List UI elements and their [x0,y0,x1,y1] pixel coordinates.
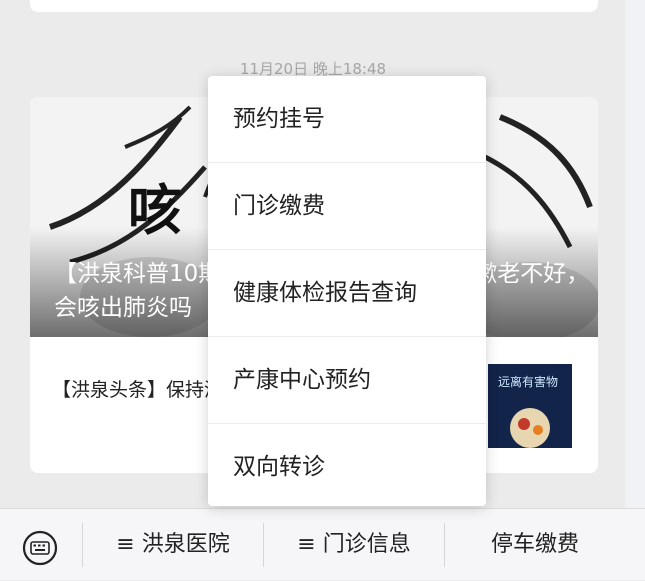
thumb-text: 远离有害物 [498,374,558,389]
menu-tab-hospital[interactable]: ≡ 洪泉医院 [83,509,263,581]
menu-tab-outpatient-info[interactable]: ≡ 门诊信息 [264,509,444,581]
submenu-item-postpartum-booking[interactable]: 产康中心预约 [208,337,486,424]
menu-tab-parking-payment[interactable]: 停车缴费 [445,509,625,581]
article-thumbnail: 远离有害物 [488,364,572,448]
submenu-item-health-report[interactable]: 健康体检报告查询 [208,250,486,337]
submenu-item-outpatient-payment[interactable]: 门诊缴费 [208,163,486,250]
keyboard-icon[interactable] [22,530,58,566]
service-menu-bar: ≡ 洪泉医院 ≡ 门诊信息 停车缴费 [0,508,645,580]
previous-message-card[interactable] [30,0,598,12]
submenu-item-referral[interactable]: 双向转诊 [208,424,486,510]
submenu-item-appointment[interactable]: 预约挂号 [208,76,486,163]
side-strip [625,0,645,508]
submenu-popup: 预约挂号 门诊缴费 健康体检报告查询 产康中心预约 双向转诊 [208,76,486,506]
